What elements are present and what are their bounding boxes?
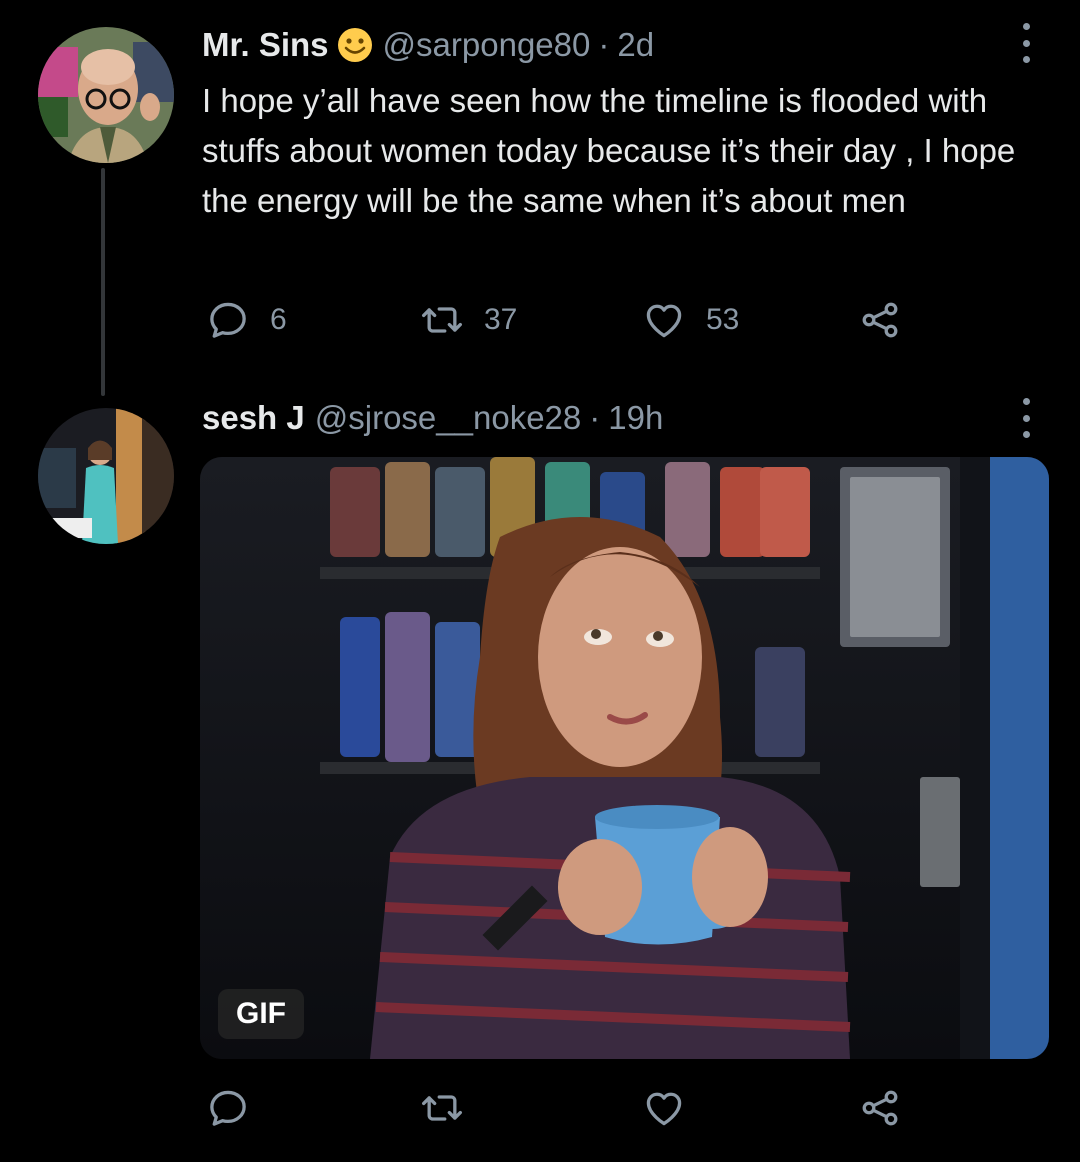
handle[interactable]: @sarponge80 [383,25,591,65]
share-icon [862,302,898,338]
share-icon [862,1090,898,1126]
timestamp[interactable]: 19h [608,398,663,438]
reply-button[interactable] [206,1083,250,1133]
like-button[interactable] [642,1083,686,1133]
heart-icon [646,304,682,338]
retweet-icon [422,307,462,333]
tweet-header: sesh J @sjrose__noke28 · 19h [202,398,663,438]
reply-button[interactable]: 6 [206,295,287,345]
tweet-header: Mr. Sins @sarponge80 · 2d [202,25,654,65]
display-name[interactable]: sesh J [202,398,305,438]
timestamp[interactable]: 2d [617,25,654,65]
retweet-count: 37 [484,303,518,336]
reply-icon [210,302,246,338]
avatar-mr-sins[interactable] [38,27,174,163]
avatar-sesh-j[interactable] [38,408,174,544]
share-button[interactable] [858,295,902,345]
separator-dot: · [598,26,610,63]
tweet-text: I hope y’all have seen how the timeline … [202,82,1016,219]
separator-dot: · [589,399,601,436]
share-button[interactable] [858,1083,902,1133]
more-options-icon[interactable] [1014,23,1038,63]
reply-icon [210,1090,246,1126]
action-bar [202,1083,922,1133]
thread-line [101,168,105,396]
avatar-image [38,27,174,163]
like-button[interactable]: 53 [642,295,739,345]
reply-count: 6 [270,303,287,336]
heart-icon [646,1092,682,1126]
handle[interactable]: @sjrose__noke28 [315,398,582,438]
tweet-1[interactable]: Mr. Sins @sarponge80 · 2d I hope y’all h… [0,0,1080,400]
action-bar: 6 37 53 [202,295,922,345]
avatar-image [38,408,174,544]
display-name[interactable]: Mr. Sins [202,25,329,65]
retweet-button[interactable]: 37 [420,295,517,345]
more-options-icon[interactable] [1014,398,1038,438]
smiley-emoji-icon [337,27,373,63]
gif-frame-image [200,457,1049,1059]
retweet-icon [422,1095,462,1121]
like-count: 53 [706,303,740,336]
retweet-button[interactable] [420,1083,464,1133]
gif-badge: GIF [218,989,304,1039]
gif-media[interactable]: GIF [200,457,1049,1059]
